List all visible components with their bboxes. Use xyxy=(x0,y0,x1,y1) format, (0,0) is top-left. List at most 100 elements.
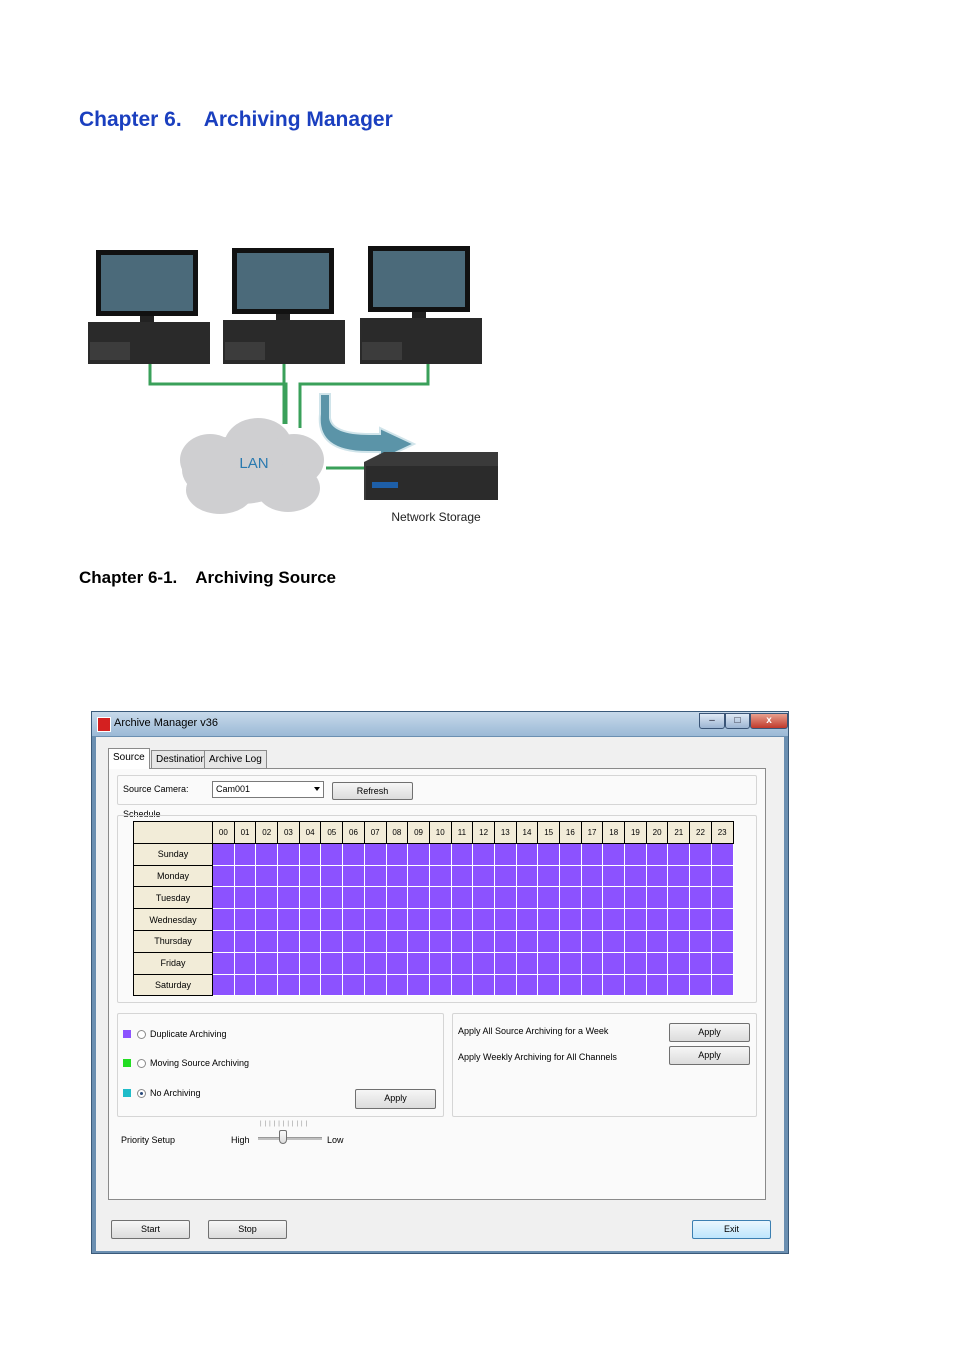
schedule-cell[interactable] xyxy=(277,864,300,888)
schedule-cell[interactable] xyxy=(472,864,495,888)
schedule-cell[interactable] xyxy=(363,886,387,910)
title-bar[interactable]: Archive Manager v36 – □ x xyxy=(92,712,788,736)
schedule-cell[interactable] xyxy=(428,842,452,866)
schedule-cell[interactable] xyxy=(342,864,365,888)
schedule-cell[interactable] xyxy=(580,886,604,910)
schedule-cell[interactable] xyxy=(624,929,647,953)
schedule-cell[interactable] xyxy=(277,951,300,975)
schedule-cell[interactable] xyxy=(710,951,734,975)
schedule-cell[interactable] xyxy=(602,908,626,931)
schedule-cell[interactable] xyxy=(537,886,560,910)
duplicate-archiving-radio[interactable] xyxy=(137,1030,146,1039)
schedule-cell[interactable] xyxy=(710,929,734,953)
schedule-cell[interactable] xyxy=(559,908,582,931)
apply-week-button[interactable]: Apply xyxy=(669,1023,750,1042)
schedule-cell[interactable] xyxy=(624,886,647,910)
schedule-cell[interactable] xyxy=(407,864,430,888)
schedule-cell[interactable] xyxy=(537,929,560,953)
schedule-cell[interactable] xyxy=(689,929,712,953)
schedule-cell[interactable] xyxy=(255,973,279,997)
schedule-cell[interactable] xyxy=(515,929,539,953)
schedule-cell[interactable] xyxy=(277,886,300,910)
schedule-cell[interactable] xyxy=(385,886,409,910)
source-camera-select[interactable]: Cam001 xyxy=(212,781,324,798)
schedule-cell[interactable] xyxy=(559,973,582,997)
schedule-cell[interactable] xyxy=(710,973,734,997)
schedule-cell[interactable] xyxy=(320,842,344,866)
schedule-cell[interactable] xyxy=(320,973,344,997)
priority-slider-track[interactable] xyxy=(258,1137,322,1140)
schedule-cell[interactable] xyxy=(537,951,560,975)
schedule-cell[interactable] xyxy=(602,973,626,997)
schedule-cell[interactable] xyxy=(277,973,300,997)
schedule-cell[interactable] xyxy=(580,973,604,997)
close-button[interactable]: x xyxy=(750,713,788,729)
schedule-cell[interactable] xyxy=(212,864,235,888)
schedule-cell[interactable] xyxy=(428,864,452,888)
schedule-cell[interactable] xyxy=(385,864,409,888)
schedule-cell[interactable] xyxy=(212,929,235,953)
schedule-cell[interactable] xyxy=(385,908,409,931)
schedule-cell[interactable] xyxy=(515,951,539,975)
schedule-cell[interactable] xyxy=(472,973,495,997)
schedule-cell[interactable] xyxy=(710,908,734,931)
schedule-cell[interactable] xyxy=(320,864,344,888)
schedule-cell[interactable] xyxy=(320,886,344,910)
schedule-cell[interactable] xyxy=(537,973,560,997)
schedule-cell[interactable] xyxy=(689,951,712,975)
schedule-cell[interactable] xyxy=(472,929,495,953)
schedule-cell[interactable] xyxy=(515,842,539,866)
schedule-cell[interactable] xyxy=(515,864,539,888)
schedule-cell[interactable] xyxy=(515,886,539,910)
schedule-cell[interactable] xyxy=(385,951,409,975)
schedule-cell[interactable] xyxy=(407,842,430,866)
schedule-cell[interactable] xyxy=(277,929,300,953)
schedule-cell[interactable] xyxy=(450,973,474,997)
schedule-cell[interactable] xyxy=(602,886,626,910)
schedule-cell[interactable] xyxy=(580,864,604,888)
schedule-cell[interactable] xyxy=(645,973,669,997)
schedule-cell[interactable] xyxy=(212,842,235,866)
schedule-cell[interactable] xyxy=(493,929,517,953)
schedule-cell[interactable] xyxy=(342,973,365,997)
schedule-cell[interactable] xyxy=(710,886,734,910)
schedule-cell[interactable] xyxy=(233,973,257,997)
schedule-cell[interactable] xyxy=(645,886,669,910)
schedule-cell[interactable] xyxy=(342,886,365,910)
exit-button[interactable]: Exit xyxy=(692,1220,771,1239)
schedule-cell[interactable] xyxy=(363,929,387,953)
schedule-cell[interactable] xyxy=(537,842,560,866)
schedule-cell[interactable] xyxy=(363,908,387,931)
schedule-cell[interactable] xyxy=(667,886,691,910)
schedule-cell[interactable] xyxy=(493,973,517,997)
schedule-cell[interactable] xyxy=(624,951,647,975)
schedule-cell[interactable] xyxy=(342,842,365,866)
schedule-cell[interactable] xyxy=(493,908,517,931)
schedule-cell[interactable] xyxy=(255,951,279,975)
schedule-cell[interactable] xyxy=(624,842,647,866)
schedule-cell[interactable] xyxy=(277,908,300,931)
schedule-cell[interactable] xyxy=(580,951,604,975)
schedule-cell[interactable] xyxy=(667,973,691,997)
start-button[interactable]: Start xyxy=(111,1220,190,1239)
schedule-cell[interactable] xyxy=(559,842,582,866)
schedule-cell[interactable] xyxy=(255,886,279,910)
schedule-cell[interactable] xyxy=(710,842,734,866)
schedule-cell[interactable] xyxy=(450,886,474,910)
schedule-cell[interactable] xyxy=(580,842,604,866)
refresh-button[interactable]: Refresh xyxy=(332,782,413,800)
schedule-cell[interactable] xyxy=(450,929,474,953)
schedule-cell[interactable] xyxy=(342,908,365,931)
schedule-cell[interactable] xyxy=(298,864,322,888)
schedule-cell[interactable] xyxy=(212,973,235,997)
schedule-cell[interactable] xyxy=(645,929,669,953)
priority-slider-thumb[interactable] xyxy=(279,1130,287,1144)
schedule-cell[interactable] xyxy=(624,864,647,888)
schedule-cell[interactable] xyxy=(407,929,430,953)
schedule-cell[interactable] xyxy=(624,908,647,931)
schedule-cell[interactable] xyxy=(428,929,452,953)
schedule-cell[interactable] xyxy=(515,908,539,931)
tab-source[interactable]: Source xyxy=(108,748,150,769)
schedule-cell[interactable] xyxy=(559,864,582,888)
minimize-button[interactable]: – xyxy=(699,713,725,729)
